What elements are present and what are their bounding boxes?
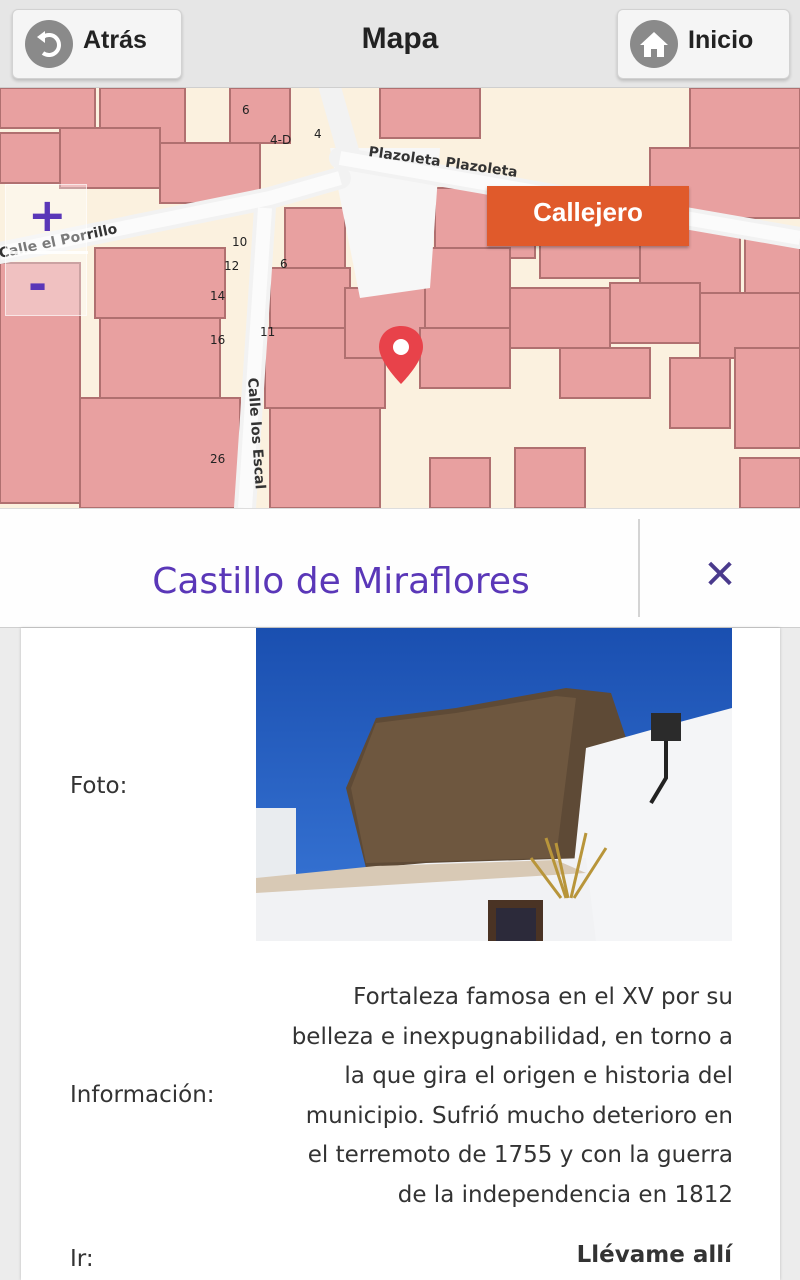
street-map-button[interactable]: Callejero [487,186,689,246]
house-number: 4-D [270,133,291,147]
home-icon [630,20,678,68]
place-title-bar: Castillo de Miraflores ✕ [0,508,800,628]
street-map: Calle el Porrillo Plazoleta Plazoleta Ca… [0,88,800,508]
place-title: Castillo de Miraflores [152,561,530,602]
house-number: 4 [314,127,322,141]
house-number: 10 [232,235,247,249]
photo-label: Foto: [70,773,128,799]
map-view[interactable]: Calle el Porrillo Plazoleta Plazoleta Ca… [0,88,800,508]
zoom-out-button[interactable]: - [6,251,88,317]
info-line: municipio. Sufrió mucho deterioro en [305,1102,733,1129]
info-line: de la independencia en 1812 [397,1181,733,1208]
place-photo [256,628,732,941]
house-number: 6 [242,103,250,117]
info-line: la que gira el origen e historia del [344,1063,733,1090]
location-pin-icon[interactable] [376,324,426,390]
home-button[interactable]: Inicio [617,9,790,79]
house-number: 6 [280,257,288,271]
info-text: Fortaleza famosa en el XV por su belleza… [253,978,733,1216]
house-number: 12 [224,259,239,273]
info-line: Fortaleza famosa en el XV por su [353,984,733,1010]
house-number: 16 [210,333,225,347]
info-line: el terremoto de 1755 y con la guerra [307,1142,733,1169]
zoom-in-button[interactable]: + [6,185,88,251]
house-number: 26 [210,452,225,466]
place-details-panel: Foto: Información: Fortaleza famosa en e… [21,628,780,1280]
house-number: 11 [260,325,275,339]
home-button-label: Inicio [688,25,754,54]
close-icon[interactable]: ✕ [700,555,740,595]
divider [638,519,640,617]
zoom-control: + - [5,184,88,317]
info-line: belleza e inexpugnabilidad, en torno a [291,1023,733,1050]
info-label: Información: [70,1082,215,1108]
top-bar: Atrás Mapa Inicio [0,0,800,88]
go-label: Ir: [70,1246,94,1272]
house-number: 14 [210,289,225,303]
take-me-there-link[interactable]: Llévame allí [577,1242,732,1268]
